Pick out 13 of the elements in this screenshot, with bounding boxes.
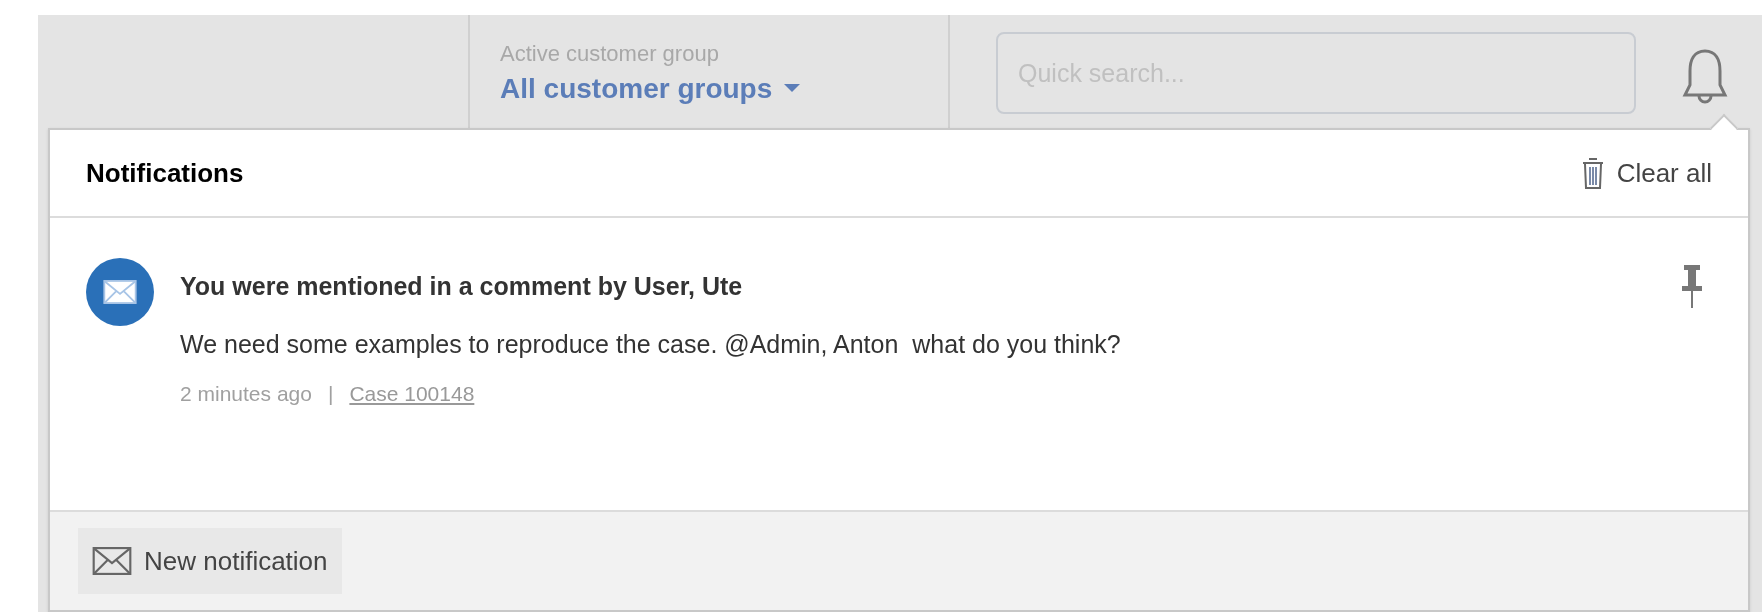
new-notification-button[interactable]: New notification [78, 528, 342, 594]
notification-time: 2 minutes ago [180, 381, 312, 407]
separator: | [327, 381, 334, 407]
notification-title: You were mentioned in a comment by User, Ute [180, 271, 744, 302]
group-label: Active customer group [500, 39, 720, 68]
envelope-icon [92, 547, 132, 575]
panel-title: Notifications [86, 156, 244, 190]
notification-message: We need some examples to reproduce the case. @Admin, Anton what do you think? [180, 329, 1122, 360]
caret-icon [784, 83, 801, 94]
pin-icon[interactable] [1680, 264, 1704, 310]
clear-all-button[interactable]: Clear all [1580, 153, 1712, 193]
envelope-icon [103, 280, 137, 304]
trash-icon [1580, 156, 1605, 190]
